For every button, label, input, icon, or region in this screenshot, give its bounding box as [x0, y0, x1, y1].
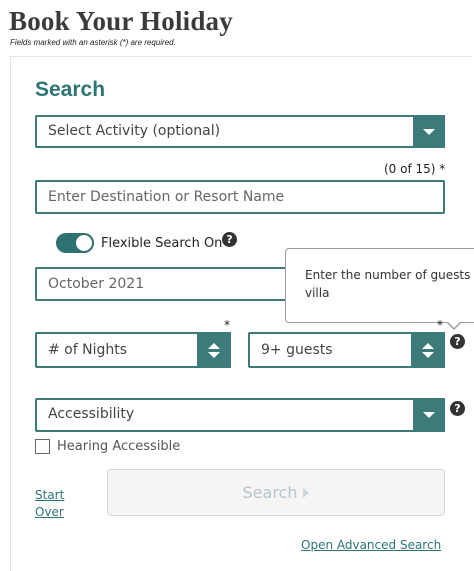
- search-button-label: Search: [242, 483, 298, 502]
- accessibility-select-label: Accessibility: [48, 406, 135, 422]
- activity-select-label: Select Activity (optional): [48, 123, 221, 139]
- updown-icon: [422, 342, 434, 358]
- destination-input[interactable]: Enter Destination or Resort Name: [35, 180, 445, 214]
- chevron-down-icon: [423, 412, 435, 418]
- guests-stepper-button[interactable]: [411, 332, 445, 368]
- search-button[interactable]: Search: [107, 469, 445, 516]
- flexible-search-toggle[interactable]: [56, 233, 94, 253]
- nights-select-label: # of Nights: [48, 342, 128, 358]
- hearing-checkbox[interactable]: [35, 439, 50, 454]
- tooltip-text: Enter the number of guests villa: [305, 268, 471, 300]
- hearing-checkbox-label: Hearing Accessible: [57, 439, 181, 454]
- nights-required-mark: *: [224, 318, 230, 332]
- page-title: Book Your Holiday: [9, 6, 233, 36]
- guests-select[interactable]: 9+ guests: [248, 332, 445, 368]
- guests-required-mark: *: [437, 318, 443, 332]
- tooltip-arrow-inner: [447, 321, 461, 328]
- advanced-search-link[interactable]: Open Advanced Search: [301, 538, 441, 552]
- accessibility-help-icon[interactable]: ?: [450, 401, 465, 416]
- guests-tooltip: Enter the number of guests villa: [285, 248, 474, 323]
- nights-select[interactable]: # of Nights: [35, 332, 231, 368]
- chevron-right-icon: [303, 487, 310, 498]
- activity-select[interactable]: Select Activity (optional): [35, 115, 445, 148]
- flexible-help-icon[interactable]: ?: [222, 232, 237, 247]
- guests-select-label: 9+ guests: [261, 342, 333, 358]
- required-note: Fields marked with an asterisk (*) are r…: [10, 38, 176, 47]
- accessibility-dropdown-button[interactable]: [413, 398, 445, 432]
- chevron-down-icon: [423, 128, 435, 135]
- toggle-knob: [76, 235, 92, 251]
- destination-count: (0 of 15) *: [384, 162, 446, 176]
- nights-stepper-button[interactable]: [197, 332, 231, 368]
- start-over-link-line2[interactable]: Over: [35, 505, 64, 519]
- accessibility-select[interactable]: Accessibility: [35, 398, 445, 432]
- search-heading: Search: [35, 78, 106, 101]
- guests-help-icon[interactable]: ?: [450, 334, 465, 349]
- flexible-search-label: Flexible Search On: [101, 236, 223, 251]
- activity-dropdown-button[interactable]: [413, 115, 445, 148]
- updown-icon: [208, 342, 220, 358]
- start-over-link[interactable]: Start: [35, 488, 64, 502]
